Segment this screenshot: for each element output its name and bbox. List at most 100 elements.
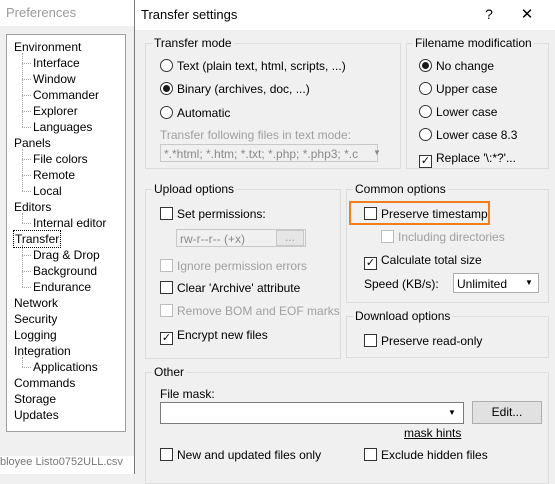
including-directories-box[interactable] xyxy=(381,230,394,243)
check-mark-icon[interactable]: ✓ xyxy=(419,155,432,168)
radio-circle-lower[interactable] xyxy=(419,105,432,118)
tree-item-drag-drop[interactable]: Drag & Drop xyxy=(33,247,100,263)
ignore-permission-box[interactable] xyxy=(160,259,173,272)
tree-item-applications[interactable]: Applications xyxy=(33,359,98,375)
tree-item-interface[interactable]: Interface xyxy=(33,55,80,71)
tree-connector xyxy=(22,367,31,368)
chevron-down-icon[interactable]: ▼ xyxy=(373,148,381,157)
text-mode-files-input[interactable]: *.*html; *.htm; *.txt; *.php; *.php3; *.… xyxy=(160,144,378,162)
ignore-permission-errors-checkbox[interactable]: Ignore permission errors xyxy=(160,258,307,274)
highlight-box xyxy=(349,201,490,225)
tree-item-storage[interactable]: Storage xyxy=(14,391,56,407)
including-directories-label: Including directories xyxy=(398,230,505,244)
tree-connector xyxy=(22,287,31,288)
tree-item-remote[interactable]: Remote xyxy=(33,167,75,183)
radio-text-label: Text (plain text, html, scripts, ...) xyxy=(177,59,346,73)
check-mark-icon[interactable]: ✓ xyxy=(364,257,377,270)
radio-circle-no-change[interactable] xyxy=(419,59,432,72)
download-options-group: Download options Preserve read-only xyxy=(346,309,549,358)
clear-archive-label: Clear 'Archive' attribute xyxy=(177,281,301,295)
file-mask-label: File mask: xyxy=(160,387,215,401)
radio-circle-binary[interactable] xyxy=(160,82,173,95)
tree-item-languages[interactable]: Languages xyxy=(33,119,92,135)
tree-item-editors[interactable]: Editors xyxy=(14,199,51,215)
clear-archive-checkbox[interactable]: Clear 'Archive' attribute xyxy=(160,280,300,296)
mask-hints-link[interactable]: mask hints xyxy=(404,425,461,441)
close-button[interactable]: ✕ xyxy=(518,5,536,23)
ignore-permission-label: Ignore permission errors xyxy=(177,259,308,273)
exclude-hidden-files-checkbox[interactable]: Exclude hidden files xyxy=(364,447,488,463)
radio-text-mode[interactable]: Text (plain text, html, scripts, ...) xyxy=(160,58,346,74)
tree-item-logging[interactable]: Logging xyxy=(14,327,57,343)
tree-item-endurance[interactable]: Endurance xyxy=(33,279,91,295)
tree-connector xyxy=(22,175,31,176)
file-mask-input[interactable] xyxy=(160,402,464,424)
radio-lower-case[interactable]: Lower case xyxy=(419,104,497,120)
radio-automatic-mode[interactable]: Automatic xyxy=(160,105,230,121)
check-mark-icon[interactable]: ✓ xyxy=(160,332,173,345)
edit-mask-button[interactable]: Edit... xyxy=(472,401,542,424)
radio-binary-label: Binary (archives, doc, ...) xyxy=(177,82,310,96)
preserve-read-only-checkbox[interactable]: Preserve read-only xyxy=(364,333,482,349)
tree-item-window[interactable]: Window xyxy=(33,71,76,87)
upper-case-label: Upper case xyxy=(436,82,498,96)
calculate-total-size-checkbox[interactable]: ✓ Calculate total size xyxy=(364,252,482,270)
tree-connector xyxy=(22,149,23,191)
radio-lower-case-83[interactable]: Lower case 8.3 xyxy=(419,127,517,143)
filename-modification-group: Filename modification No change Upper ca… xyxy=(406,36,549,169)
tree-connector xyxy=(22,111,31,112)
help-button[interactable]: ? xyxy=(480,6,498,22)
radio-circle-upper[interactable] xyxy=(419,82,432,95)
set-permissions-checkbox[interactable]: Set permissions: xyxy=(160,206,266,222)
radio-circle-text[interactable] xyxy=(160,59,173,72)
tree-item-environment[interactable]: Environment xyxy=(14,39,81,55)
radio-binary-mode[interactable]: Binary (archives, doc, ...) xyxy=(160,81,310,97)
tree-item-file-colors[interactable]: File colors xyxy=(33,151,88,167)
upload-options-group: Upload options Set permissions: rw-r--r-… xyxy=(145,182,341,359)
tree-item-transfer[interactable]: Transfer xyxy=(12,230,62,248)
set-permissions-box[interactable] xyxy=(160,207,173,220)
remove-bom-checkbox[interactable]: Remove BOM and EOF marks xyxy=(160,303,340,319)
radio-circle-lower83[interactable] xyxy=(419,128,432,141)
tree-connector xyxy=(22,63,31,64)
preferences-tree[interactable]: Environment Interface Window Commander Explo… xyxy=(6,34,126,432)
tree-item-commands[interactable]: Commands xyxy=(14,375,75,391)
tree-item-background[interactable]: Background xyxy=(33,263,97,279)
radio-no-change[interactable]: No change xyxy=(419,58,494,74)
new-updated-label: New and updated files only xyxy=(177,448,322,462)
remove-bom-box[interactable] xyxy=(160,304,173,317)
new-updated-files-checkbox[interactable]: New and updated files only xyxy=(160,447,321,463)
radio-circle-automatic[interactable] xyxy=(160,106,173,119)
permissions-button[interactable]: ... xyxy=(276,230,304,246)
transfer-settings-dialog: Transfer settings ? ✕ Transfer mode Text… xyxy=(134,0,555,484)
lower-case-83-label: Lower case 8.3 xyxy=(436,128,518,142)
radio-upper-case[interactable]: Upper case xyxy=(419,81,497,97)
encrypt-new-files-checkbox[interactable]: ✓ Encrypt new files xyxy=(160,327,268,345)
background-file-text: bloyee Listo0752ULL.csv xyxy=(0,456,134,474)
replace-checkbox[interactable]: ✓ Replace '\:*?'... xyxy=(419,150,516,168)
tree-item-updates[interactable]: Updates xyxy=(14,407,59,423)
chevron-down-icon[interactable]: ▼ xyxy=(448,408,456,417)
new-updated-box[interactable] xyxy=(160,448,173,461)
tree-item-panels[interactable]: Panels xyxy=(14,135,51,151)
tree-item-explorer[interactable]: Explorer xyxy=(33,103,78,119)
chevron-down-icon[interactable]: ▼ xyxy=(525,278,533,287)
calculate-total-label: Calculate total size xyxy=(381,253,482,267)
upload-options-label: Upload options xyxy=(152,182,237,196)
tree-connector xyxy=(22,79,31,80)
tree-connector xyxy=(22,191,31,192)
exclude-hidden-box[interactable] xyxy=(364,448,377,461)
tree-item-network[interactable]: Network xyxy=(14,295,58,311)
including-directories-checkbox[interactable]: Including directories xyxy=(381,229,505,245)
tree-item-local[interactable]: Local xyxy=(33,183,62,199)
tree-connector xyxy=(22,357,23,367)
tree-connector xyxy=(22,213,23,223)
preserve-read-only-box[interactable] xyxy=(364,334,377,347)
tree-item-security[interactable]: Security xyxy=(14,311,57,327)
text-mode-files-label: Transfer following files in text mode: xyxy=(160,128,351,142)
transfer-mode-label: Transfer mode xyxy=(152,36,234,50)
no-change-label: No change xyxy=(436,59,495,73)
tree-item-internal-editor[interactable]: Internal editor xyxy=(33,215,106,231)
clear-archive-box[interactable] xyxy=(160,281,173,294)
tree-item-commander[interactable]: Commander xyxy=(33,87,99,103)
